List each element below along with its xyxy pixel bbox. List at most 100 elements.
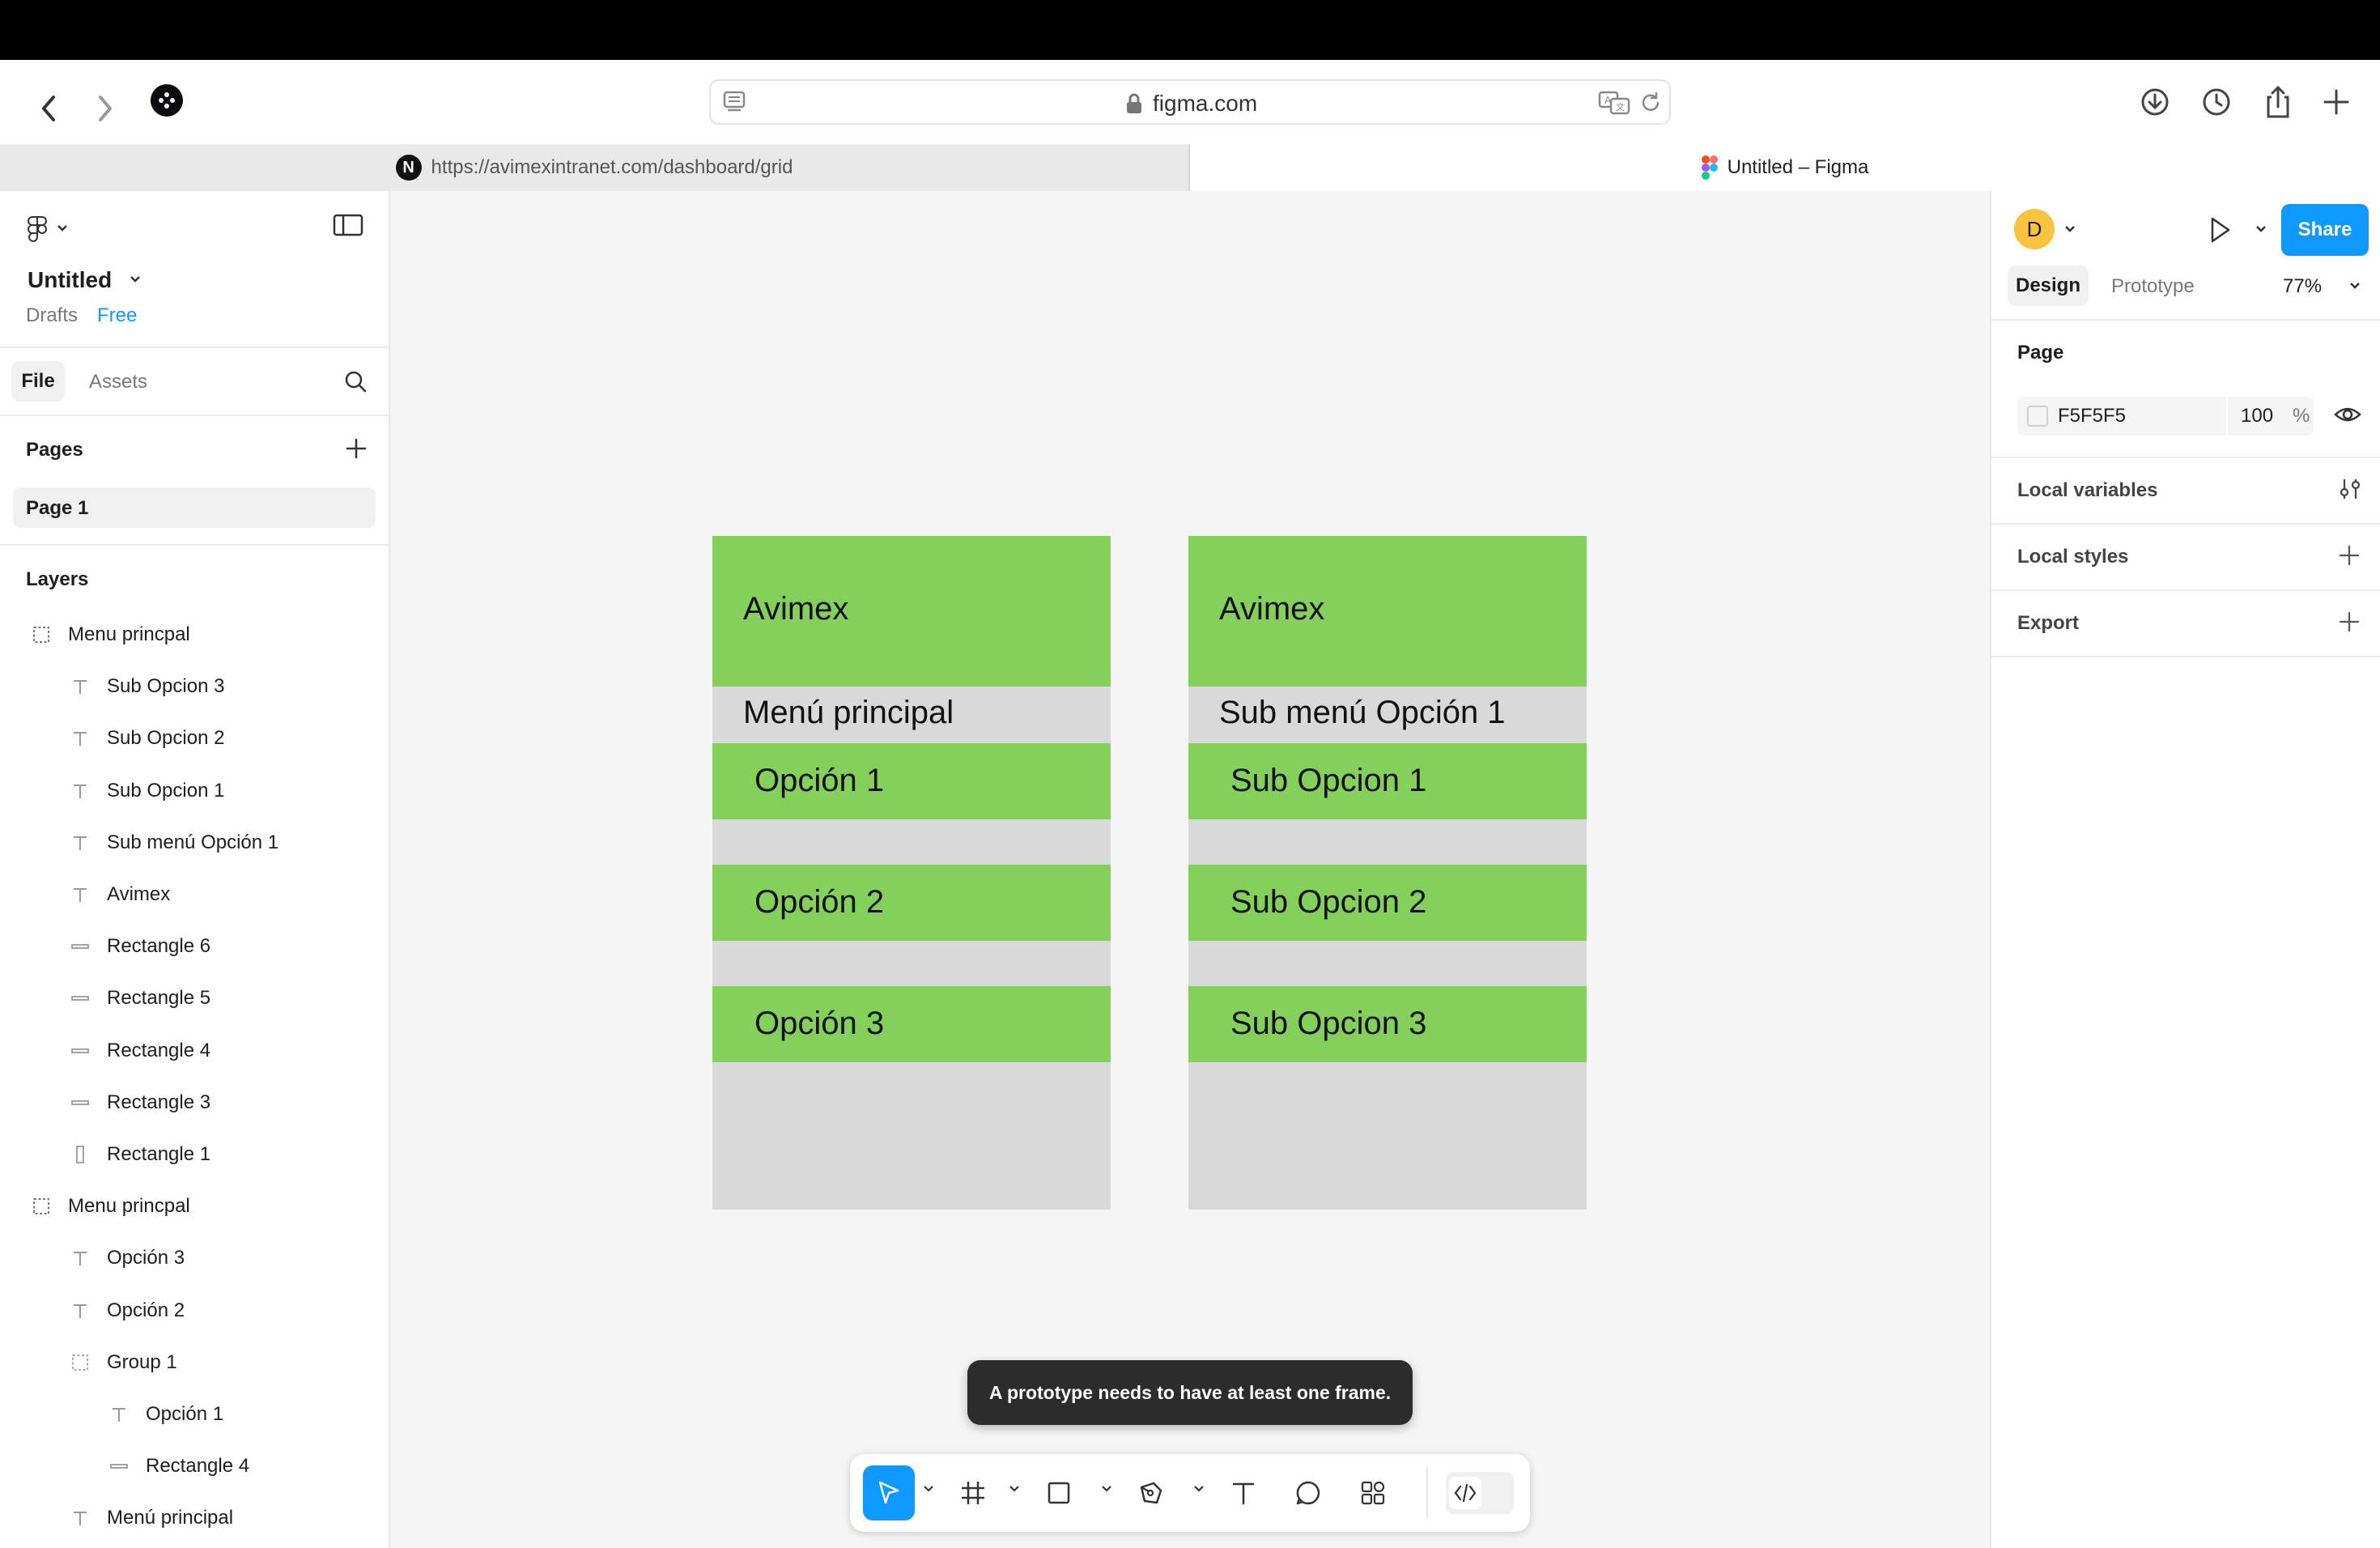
tab-avimex[interactable]: N https://avimexintranet.com/dashboard/g… [0, 144, 1190, 191]
local-variables-row[interactable]: Local variables [2017, 479, 2157, 502]
dev-mode-toggle[interactable] [1446, 1472, 1514, 1514]
layer-item[interactable]: Rectangle 4 [0, 1025, 389, 1077]
page-color-opacity[interactable]: 100 [2241, 405, 2273, 427]
main-menu-button[interactable] [26, 214, 68, 243]
tab-assets[interactable]: Assets [89, 371, 147, 393]
layer-item[interactable]: Group 1 [0, 1337, 389, 1389]
layer-item[interactable]: Rectangle 4 [0, 1440, 389, 1492]
layer-label: Rectangle 3 [107, 1091, 211, 1113]
shape-tool-button[interactable] [1033, 1465, 1085, 1520]
export-row[interactable]: Export [2017, 612, 2079, 635]
tab-figma[interactable]: Untitled – Figma [1190, 144, 2380, 191]
plus-icon [2339, 611, 2360, 632]
text-tool-button[interactable] [1218, 1465, 1269, 1520]
file-location[interactable]: Drafts [26, 304, 78, 327]
layer-item[interactable]: Sub Opcion 2 [0, 712, 389, 764]
forward-button[interactable] [81, 84, 130, 133]
share-browser-button[interactable] [2255, 79, 2301, 125]
chevron-down-icon[interactable] [2255, 225, 2267, 233]
layer-item[interactable]: Opción 3 [0, 1232, 389, 1284]
reload-icon[interactable] [1638, 91, 1663, 115]
new-tab-button[interactable] [2314, 79, 2359, 125]
chevron-down-icon[interactable] [923, 1485, 934, 1493]
download-icon [2141, 88, 2169, 116]
tab-bar: N https://avimexintranet.com/dashboard/g… [0, 144, 2380, 191]
actions-icon [1361, 1481, 1385, 1505]
address-bar[interactable]: figma.com A文 [709, 79, 1671, 125]
translate-icon[interactable]: A文 [1598, 89, 1630, 117]
plus-icon [346, 438, 367, 459]
downloads-button[interactable] [2132, 79, 2178, 125]
toggle-visibility-button[interactable] [2333, 402, 2362, 427]
layer-item[interactable]: Opción 2 [0, 1285, 389, 1337]
chevron-down-icon[interactable] [1193, 1485, 1205, 1493]
menu-frame-main[interactable]: Avimex Menú principal Opción 1 Opción 2 … [712, 536, 1111, 1210]
add-export-button[interactable] [2338, 610, 2361, 633]
layer-item[interactable]: Sub Opcion 1 [0, 765, 389, 817]
frame-tool-button[interactable] [947, 1465, 999, 1520]
layer-label: Opción 2 [107, 1299, 185, 1321]
divider [0, 347, 389, 348]
layer-item[interactable]: Avimex [0, 869, 389, 921]
chevron-down-icon[interactable] [1101, 1485, 1112, 1493]
file-title[interactable]: Untitled [28, 267, 112, 293]
menu-frame-submenu[interactable]: Avimex Sub menú Opción 1 Sub Opcion 1 Su… [1188, 536, 1587, 1210]
back-button[interactable] [24, 84, 73, 133]
option-row: Sub Opcion 2 [1188, 865, 1587, 941]
toast-message: A prototype needs to have at least one f… [967, 1360, 1413, 1425]
tab-design[interactable]: Design [2008, 266, 2089, 306]
system-top-bar [0, 0, 2380, 60]
page-color-hex[interactable]: F5F5F5 [2058, 405, 2126, 427]
file-menu-chevron[interactable] [130, 275, 141, 283]
avatar[interactable]: D [2014, 209, 2055, 249]
comment-tool-button[interactable] [1282, 1465, 1334, 1520]
actions-tool-button[interactable] [1347, 1465, 1399, 1520]
add-local-style-button[interactable] [2338, 544, 2361, 567]
chevron-down-icon[interactable] [1009, 1485, 1020, 1493]
search-layers-button[interactable] [343, 369, 368, 393]
text-icon [1232, 1482, 1255, 1505]
layer-item[interactable]: Rectangle 1 [0, 1129, 389, 1180]
canvas[interactable]: Avimex Menú principal Opción 1 Opción 2 … [390, 191, 1990, 1548]
layer-item[interactable]: Opción 1 [0, 1389, 389, 1440]
right-panel: D Share Design Prototype 77% Page F5F5F5… [1990, 191, 2380, 1548]
option-label: Opción 2 [754, 884, 885, 920]
zoom-level[interactable]: 77% [2283, 275, 2322, 298]
reader-icon[interactable] [722, 89, 746, 115]
plan-badge[interactable]: Free [97, 304, 137, 327]
layer-item[interactable]: Menú principal [0, 1492, 389, 1544]
option-label: Sub Opcion 3 [1230, 1006, 1427, 1041]
add-page-button[interactable] [345, 437, 368, 460]
rect-h-icon [68, 934, 92, 959]
layer-item[interactable]: Menu princpal [0, 1180, 389, 1232]
extension-icon[interactable] [151, 84, 183, 117]
layer-item[interactable]: Rectangle 3 [0, 1077, 389, 1129]
layer-item[interactable]: Menu princpal [0, 609, 389, 661]
share-button[interactable]: Share [2281, 204, 2369, 256]
present-button[interactable] [2207, 214, 2233, 246]
page-section-heading: Page [2017, 342, 2064, 364]
text-icon [68, 831, 92, 855]
figma-favicon-icon [1701, 155, 1718, 180]
layer-item[interactable]: Rectangle 5 [0, 972, 389, 1024]
tab-file[interactable]: File [11, 361, 65, 402]
layer-item[interactable]: Sub Opcion 3 [0, 661, 389, 712]
pen-tool-button[interactable] [1125, 1465, 1177, 1520]
color-swatch[interactable] [2027, 406, 2048, 427]
toggle-sidebar-button[interactable] [332, 212, 364, 238]
tab-prototype[interactable]: Prototype [2111, 275, 2195, 298]
move-tool-button[interactable] [863, 1465, 915, 1520]
option-row: Opción 1 [712, 743, 1111, 819]
text-icon [68, 1506, 92, 1530]
layer-item[interactable]: Sub menú Opción 1 [0, 817, 389, 869]
local-variables-button[interactable] [2338, 476, 2362, 502]
tab-favicon: N [395, 155, 422, 181]
chevron-down-icon[interactable] [2349, 282, 2361, 290]
chevron-down-icon[interactable] [2064, 225, 2076, 233]
text-icon [68, 1246, 92, 1270]
history-button[interactable] [2194, 79, 2239, 125]
layer-item[interactable]: Rectangle 6 [0, 921, 389, 972]
tab-label: https://avimexintranet.com/dashboard/gri… [431, 156, 793, 178]
rect-h-icon [68, 1091, 92, 1115]
local-styles-row[interactable]: Local styles [2017, 546, 2128, 568]
